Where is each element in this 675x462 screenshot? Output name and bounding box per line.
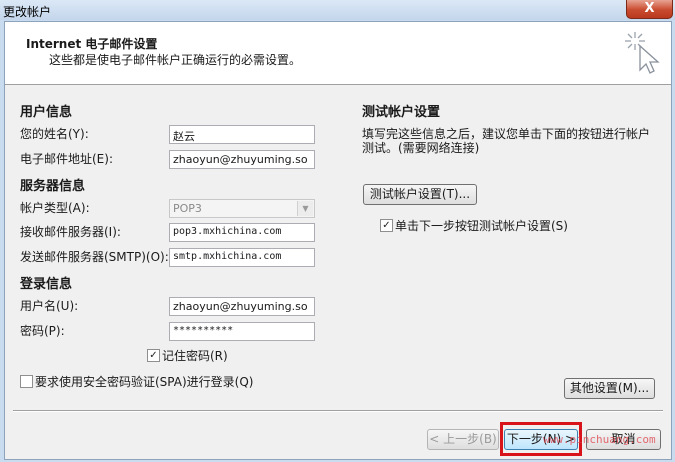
incoming-server-label: 接收邮件服务器(I): — [20, 225, 121, 239]
password-input[interactable]: ********** — [169, 322, 315, 341]
title-bar: 更改帐户 X — [0, 0, 675, 20]
window-title: 更改帐户 — [3, 5, 52, 19]
test-settings-heading: 测试帐户设置 — [362, 105, 441, 120]
test-description-line2: 测试。(需要网络连接) — [362, 141, 480, 155]
password-label: 密码(P): — [20, 324, 65, 338]
username-label: 用户名(U): — [20, 299, 79, 313]
test-on-next-checkbox[interactable]: ✓ — [380, 219, 393, 232]
username-input[interactable]: zhaoyun@zhuyuming.so — [169, 297, 315, 316]
login-info-heading: 登录信息 — [20, 277, 73, 292]
page-subtitle: 这些都是使电子邮件帐户正确运行的必需设置。 — [49, 53, 302, 67]
dialog-header: Internet 电子邮件设置 这些都是使电子邮件帐户正确运行的必需设置。 — [5, 22, 671, 85]
chevron-down-icon: ▼ — [297, 201, 313, 216]
test-account-button[interactable]: 测试帐户设置(T)... — [363, 184, 477, 205]
email-label: 电子邮件地址(E): — [20, 152, 113, 166]
spa-checkbox[interactable] — [20, 375, 33, 388]
outgoing-server-input[interactable]: smtp.mxhichina.com — [169, 248, 315, 267]
test-on-next-label: 单击下一步按钮测试帐户设置(S) — [395, 219, 568, 233]
remember-password-label: 记住密码(R) — [162, 349, 228, 363]
account-type-label: 帐户类型(A): — [20, 201, 90, 215]
more-settings-button[interactable]: 其他设置(M)... — [564, 378, 655, 399]
close-button[interactable]: X — [626, 0, 673, 19]
footer-divider — [13, 410, 663, 412]
outgoing-server-label: 发送邮件服务器(SMTP)(O): — [20, 250, 169, 264]
account-type-select: POP3 ▼ — [169, 199, 315, 218]
watermark: www.pinchuang.com — [543, 433, 656, 446]
spa-label: 要求使用安全密码验证(SPA)进行登录(Q) — [35, 375, 254, 389]
dialog-body: Internet 电子邮件设置 这些都是使电子邮件帐户正确运行的必需设置。 用户… — [4, 21, 672, 460]
back-button[interactable]: < 上一步(B) — [427, 429, 499, 450]
account-type-value: POP3 — [173, 202, 202, 215]
name-label: 您的姓名(Y): — [20, 127, 89, 141]
incoming-server-input[interactable]: pop3.mxhichina.com — [169, 223, 315, 242]
server-info-heading: 服务器信息 — [20, 179, 86, 194]
remember-password-checkbox[interactable]: ✓ — [147, 349, 160, 362]
user-info-heading: 用户信息 — [20, 105, 73, 120]
wizard-sparkle-icon — [625, 32, 660, 74]
page-title: Internet 电子邮件设置 — [26, 37, 158, 51]
email-input[interactable]: zhaoyun@zhuyuming.so — [169, 150, 315, 169]
name-input[interactable]: 赵云 — [169, 125, 315, 144]
